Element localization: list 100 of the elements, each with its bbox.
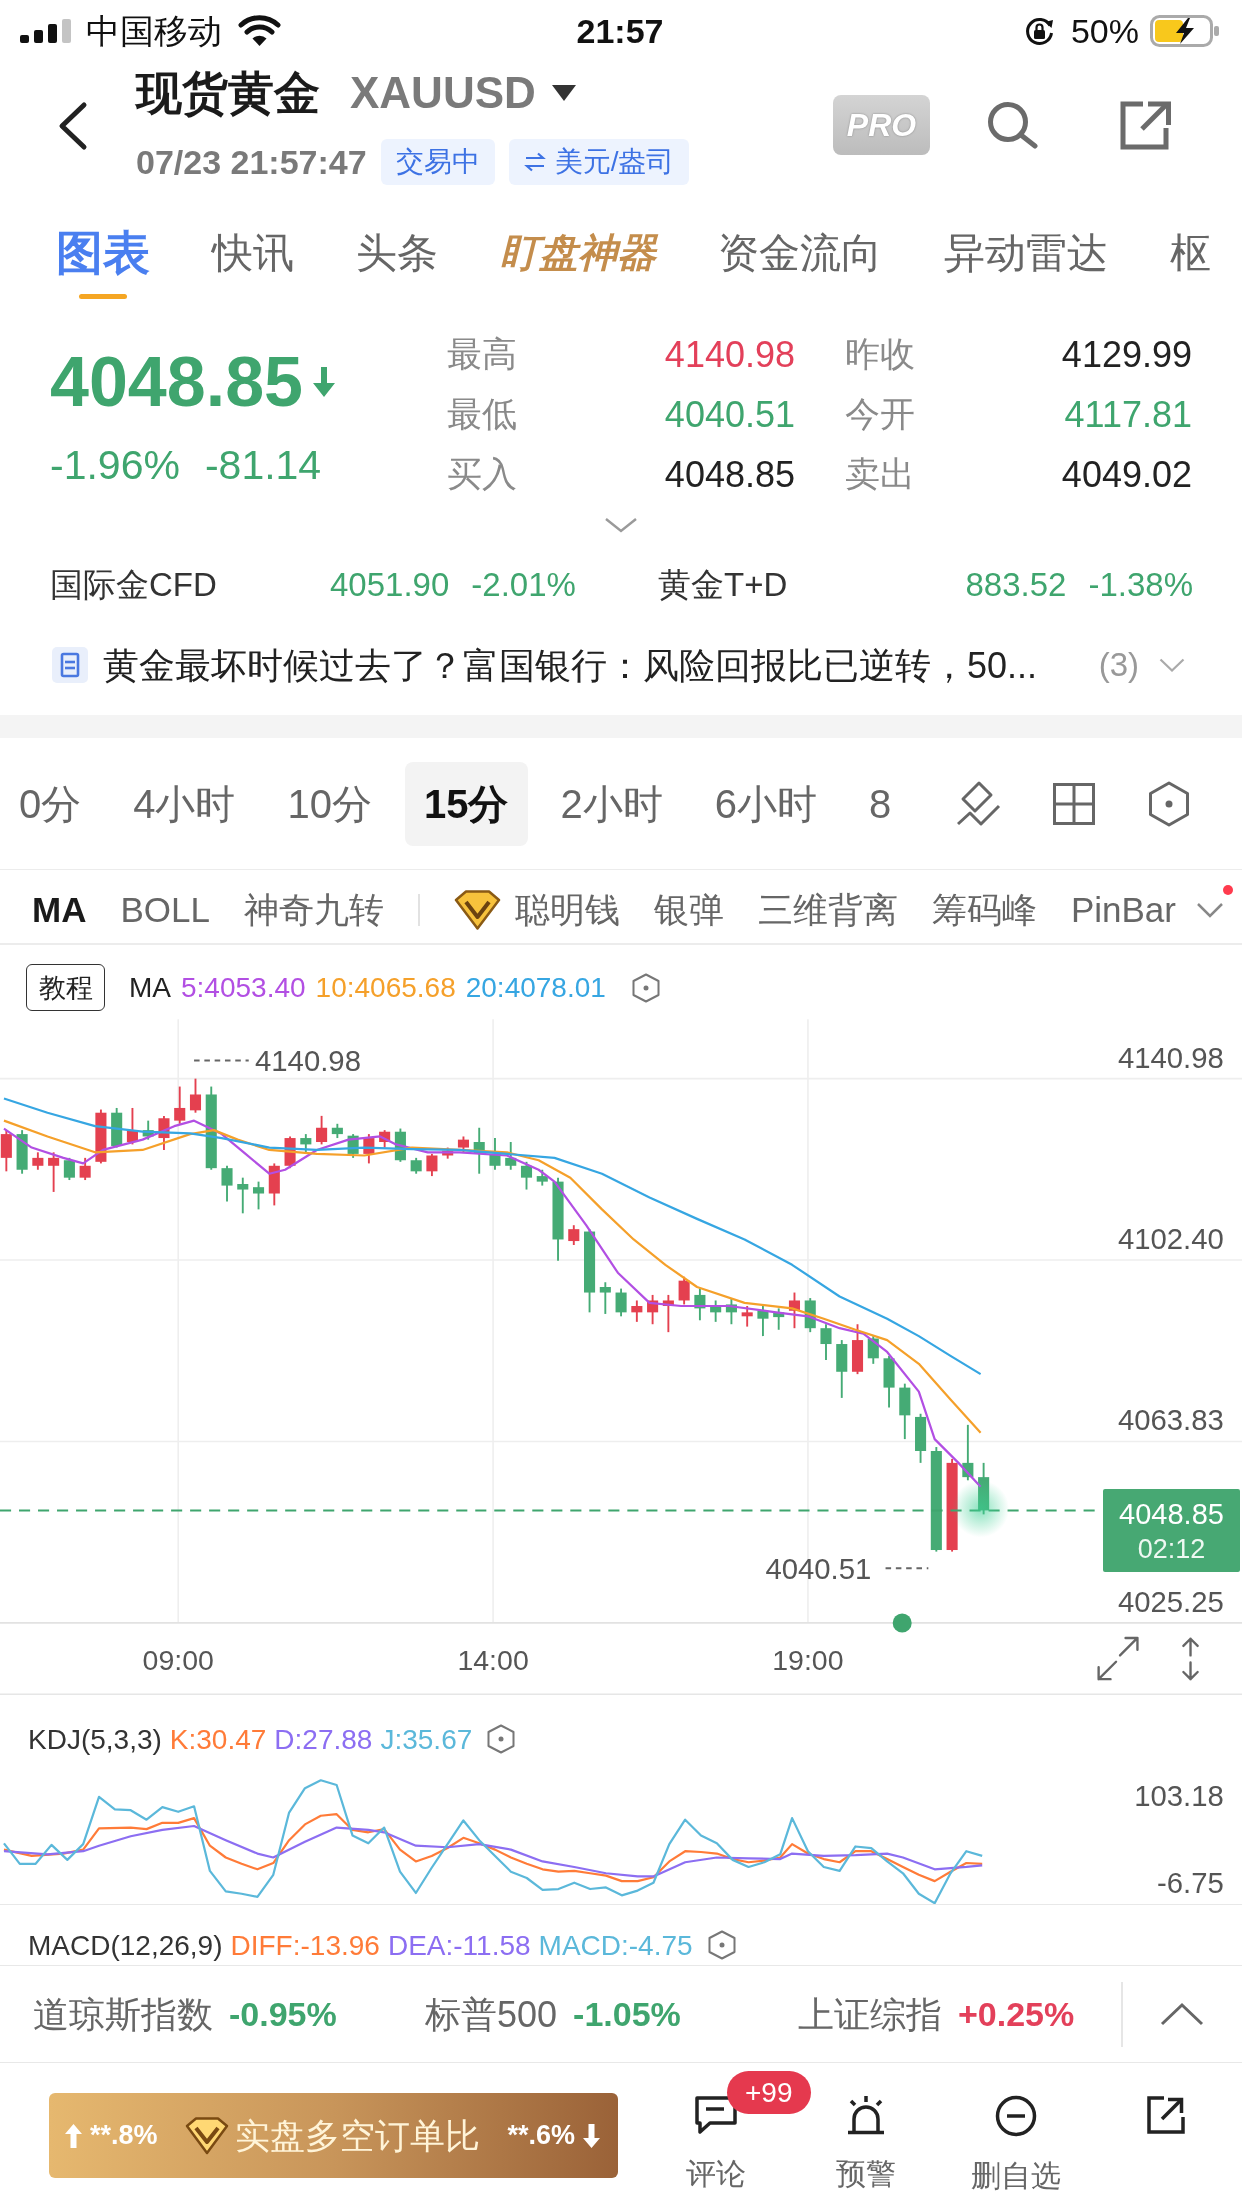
- grid-layout-icon[interactable]: [1053, 782, 1095, 825]
- alarm-light-icon: [845, 2095, 887, 2135]
- status-badge: 交易中: [380, 139, 495, 185]
- change-amount: -81.14: [204, 441, 322, 490]
- instrument-price: 883.52: [965, 565, 1067, 606]
- price-axis-label: 4102.40: [1117, 1221, 1224, 1255]
- settings-icon[interactable]: [1148, 780, 1190, 827]
- stat-value: 4140.98: [664, 332, 795, 377]
- period-tab[interactable]: 10分: [287, 780, 372, 827]
- short-ratio: **.6%: [507, 2118, 575, 2152]
- period-tab[interactable]: 6小时: [714, 780, 817, 827]
- carrier-name: 中国移动: [86, 11, 222, 51]
- settings-icon[interactable]: [631, 972, 660, 1003]
- search-icon[interactable]: [986, 101, 1039, 149]
- marker-dot-icon: [892, 1613, 912, 1633]
- gem-icon: [185, 2116, 229, 2155]
- order-ratio-banner[interactable]: **.8% 实盘多空订单比 **.6%: [49, 2093, 618, 2178]
- tab[interactable]: 快讯: [212, 230, 294, 276]
- caret-up-icon[interactable]: [1160, 2002, 1204, 2026]
- period-tab[interactable]: 8: [869, 780, 892, 827]
- tab[interactable]: 异动雷达: [944, 230, 1108, 276]
- tab[interactable]: 图表: [56, 230, 150, 299]
- time-axis-label: 14:00: [457, 1643, 529, 1676]
- index-name: 上证综指: [798, 1992, 942, 2037]
- chevron-down-icon[interactable]: [1196, 902, 1224, 918]
- tutorial-button[interactable]: 教程: [26, 964, 105, 1011]
- long-ratio: **.8%: [90, 2118, 158, 2152]
- indicator-tab[interactable]: 聪明钱: [514, 889, 620, 931]
- indicator-value: 10:4065.68: [315, 971, 456, 1005]
- price-axis-label: 4025.25: [1117, 1584, 1224, 1618]
- clock-time: 21:57: [576, 11, 664, 51]
- remove-button[interactable]: 删自选: [971, 2095, 1061, 2193]
- stat-value: 4040.51: [664, 392, 795, 437]
- news-headline[interactable]: 黄金最坏时候过去了？富国银行：风险回报比已逆转，50...: [103, 642, 1038, 688]
- expand-icon[interactable]: [1097, 1636, 1139, 1681]
- countdown-time: 02:12: [1137, 1532, 1206, 1566]
- indicator-value: K:30.47: [169, 1722, 267, 1757]
- price-axis-label: 4063.83: [1117, 1403, 1224, 1437]
- drawing-tool-icon[interactable]: [955, 780, 1002, 827]
- indicator-value: 20:4078.01: [465, 971, 606, 1005]
- ratio-title: 实盘多空订单比: [235, 2114, 480, 2157]
- period-tab[interactable]: 4小时: [133, 780, 236, 827]
- indicator-value: 5:4053.40: [181, 971, 306, 1005]
- stat-label: 昨收: [845, 333, 915, 376]
- battery-percent: 50%: [1070, 11, 1139, 51]
- chevron-down-icon[interactable]: [604, 516, 638, 533]
- share-button[interactable]: [1146, 2095, 1186, 2135]
- swap-icon: [523, 152, 546, 172]
- indicator-value: MACD:-4.75: [538, 1928, 693, 1963]
- time-axis-label: 19:00: [772, 1643, 844, 1676]
- stat-value: 4048.85: [664, 452, 795, 497]
- leader-line: [193, 1059, 250, 1062]
- indicator-value: DEA:-11.58: [387, 1928, 531, 1963]
- quote-time: 07/23 21:57:47: [136, 142, 367, 183]
- stat-label: 最高: [447, 333, 517, 376]
- indicator-tab[interactable]: 银弹: [653, 889, 724, 931]
- indicator-tab[interactable]: 三维背离: [757, 889, 898, 931]
- speech-bubble-icon: [694, 2095, 738, 2135]
- indicator-value: D:27.88: [274, 1722, 373, 1757]
- settings-icon[interactable]: [707, 1930, 736, 1960]
- vertical-resize-icon[interactable]: [1182, 1637, 1199, 1681]
- down-arrow-icon: [583, 2123, 600, 2148]
- indicator-tab[interactable]: BOLL: [120, 889, 210, 931]
- period-tab[interactable]: 15分: [405, 761, 528, 846]
- share-icon: [1146, 2095, 1186, 2135]
- indicator-tab[interactable]: MA: [32, 889, 87, 931]
- index-change: -1.05%: [573, 1993, 681, 2035]
- stat-value: 4049.02: [1061, 452, 1192, 497]
- tab[interactable]: 资金流向: [718, 230, 882, 276]
- settings-icon[interactable]: [487, 1724, 516, 1754]
- stat-value: 4129.99: [1061, 332, 1192, 377]
- tab[interactable]: 头条: [356, 230, 438, 276]
- time-axis-label: 09:00: [142, 1643, 214, 1676]
- stat-label: 买入: [447, 453, 517, 496]
- tab[interactable]: 枢: [1170, 230, 1211, 276]
- signal-icon: [20, 19, 71, 43]
- last-price: 4048.85: [50, 344, 304, 420]
- indicator-value: DIFF:-13.96: [230, 1928, 380, 1963]
- indicator-tab[interactable]: 神奇九转: [243, 889, 384, 931]
- indicator-name: KDJ(5,3,3): [28, 1722, 162, 1757]
- instrument-price: 4051.90: [330, 565, 450, 606]
- change-percent: -1.96%: [50, 441, 180, 490]
- index-change: +0.25%: [958, 1993, 1075, 2035]
- pulse-marker-icon: [952, 1480, 1010, 1538]
- count-badge: +99: [727, 2071, 811, 2114]
- news-icon: [52, 647, 88, 683]
- indicator-name: MACD(12,26,9): [28, 1928, 223, 1963]
- instrument-name: 黄金T+D: [658, 565, 788, 606]
- period-tab[interactable]: 2小时: [560, 780, 663, 827]
- indicator-tab[interactable]: PinBar: [1070, 889, 1176, 931]
- unit-toggle[interactable]: 美元/盎司: [508, 139, 690, 185]
- dropdown-caret-icon[interactable]: [551, 85, 576, 101]
- high-price-label: 4140.98: [255, 1043, 361, 1077]
- alert-button[interactable]: 预警: [836, 2095, 896, 2191]
- indicator-tab[interactable]: 筹码峰: [931, 889, 1037, 931]
- period-tab[interactable]: 0分: [19, 780, 82, 827]
- instrument-name: 国际金CFD: [50, 566, 217, 604]
- index-name: 标普500: [425, 1992, 558, 2037]
- back-icon[interactable]: [57, 101, 89, 151]
- leader-line: [884, 1567, 930, 1570]
